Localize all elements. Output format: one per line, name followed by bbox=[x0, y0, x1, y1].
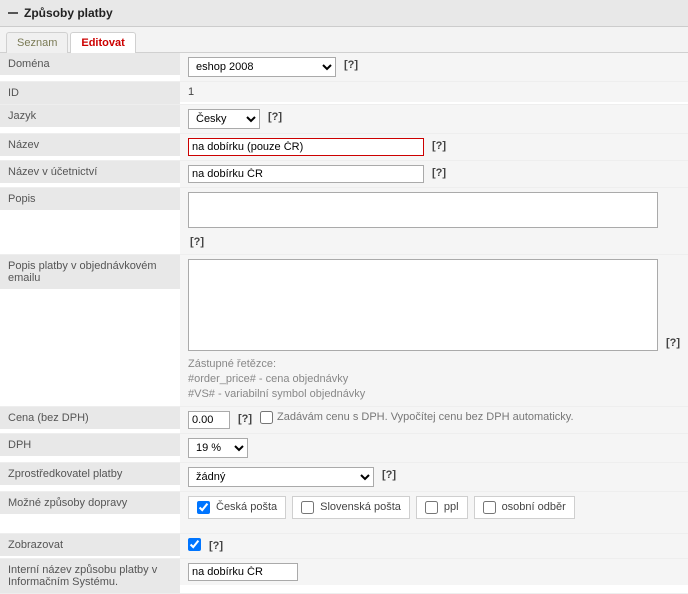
label-vat: DPH bbox=[0, 434, 180, 456]
price-input[interactable] bbox=[188, 411, 230, 429]
email-desc-textarea[interactable] bbox=[188, 259, 658, 351]
delivery-ppl-label: ppl bbox=[444, 501, 459, 513]
domain-select[interactable]: eshop 2008 bbox=[188, 57, 336, 77]
vat-select[interactable]: 19 % bbox=[188, 438, 248, 458]
price-vat-checkbox[interactable] bbox=[260, 411, 273, 424]
delivery-pickup[interactable]: osobní odběr bbox=[474, 496, 575, 519]
help-icon[interactable]: [?] bbox=[430, 165, 448, 181]
delivery-cz-post-label: Česká pošta bbox=[216, 501, 277, 513]
label-domain: Doména bbox=[0, 53, 180, 75]
label-id: ID bbox=[0, 82, 180, 104]
label-show: Zobrazovat bbox=[0, 534, 180, 556]
delivery-sk-post-label: Slovenská pošta bbox=[320, 501, 401, 513]
placeholders-note: Zástupné řetězce: #order_price# - cena o… bbox=[188, 357, 682, 402]
help-icon[interactable]: [?] bbox=[266, 109, 284, 125]
tab-list[interactable]: Seznam bbox=[6, 32, 68, 53]
help-icon[interactable]: [?] bbox=[342, 57, 360, 73]
label-acct-name: Název v účetnictví bbox=[0, 161, 180, 183]
page-title: Způsoby platby bbox=[24, 6, 113, 20]
tabs: Seznam Editovat bbox=[0, 27, 688, 53]
label-delivery: Možné způsoby dopravy bbox=[0, 492, 180, 514]
collapse-icon[interactable] bbox=[8, 8, 18, 18]
delivery-ppl[interactable]: ppl bbox=[416, 496, 468, 519]
help-icon[interactable]: [?] bbox=[430, 138, 448, 154]
help-icon[interactable]: [?] bbox=[380, 467, 398, 483]
acct-name-input[interactable] bbox=[188, 165, 424, 183]
desc-textarea[interactable] bbox=[188, 192, 658, 228]
delivery-sk-post[interactable]: Slovenská pošta bbox=[292, 496, 410, 519]
delivery-ppl-checkbox[interactable] bbox=[425, 501, 438, 514]
provider-select[interactable]: žádný bbox=[188, 467, 374, 487]
tab-edit[interactable]: Editovat bbox=[70, 32, 135, 53]
label-lang: Jazyk bbox=[0, 105, 180, 127]
help-icon[interactable]: [?] bbox=[236, 411, 254, 427]
id-value: 1 bbox=[188, 86, 194, 98]
delivery-sk-post-checkbox[interactable] bbox=[301, 501, 314, 514]
help-icon[interactable]: [?] bbox=[207, 538, 225, 554]
help-icon[interactable]: [?] bbox=[664, 335, 682, 351]
panel-header: Způsoby platby bbox=[0, 0, 688, 27]
delivery-cz-post[interactable]: Česká pošta bbox=[188, 496, 286, 519]
label-price: Cena (bez DPH) bbox=[0, 407, 180, 429]
delivery-pickup-checkbox[interactable] bbox=[483, 501, 496, 514]
name-input[interactable] bbox=[188, 138, 424, 156]
help-icon[interactable]: [?] bbox=[188, 234, 206, 250]
delivery-cz-post-checkbox[interactable] bbox=[197, 501, 210, 514]
label-email-desc: Popis platby v objednávkovém emailu bbox=[0, 255, 180, 289]
show-checkbox[interactable] bbox=[188, 538, 201, 551]
internal-name-input[interactable] bbox=[188, 563, 298, 581]
price-vat-checkbox-label: Zadávám cenu s DPH. Vypočítej cenu bez D… bbox=[277, 411, 574, 423]
delivery-pickup-label: osobní odběr bbox=[502, 501, 566, 513]
form-body: Doména eshop 2008 [?] ID 1 Jazyk Česky [… bbox=[0, 53, 688, 594]
label-provider: Zprostředkovatel platby bbox=[0, 463, 180, 485]
lang-select[interactable]: Česky bbox=[188, 109, 260, 129]
label-name: Název bbox=[0, 134, 180, 156]
label-desc: Popis bbox=[0, 188, 180, 210]
label-internal: Interní název způsobu platby v Informačn… bbox=[0, 559, 180, 593]
